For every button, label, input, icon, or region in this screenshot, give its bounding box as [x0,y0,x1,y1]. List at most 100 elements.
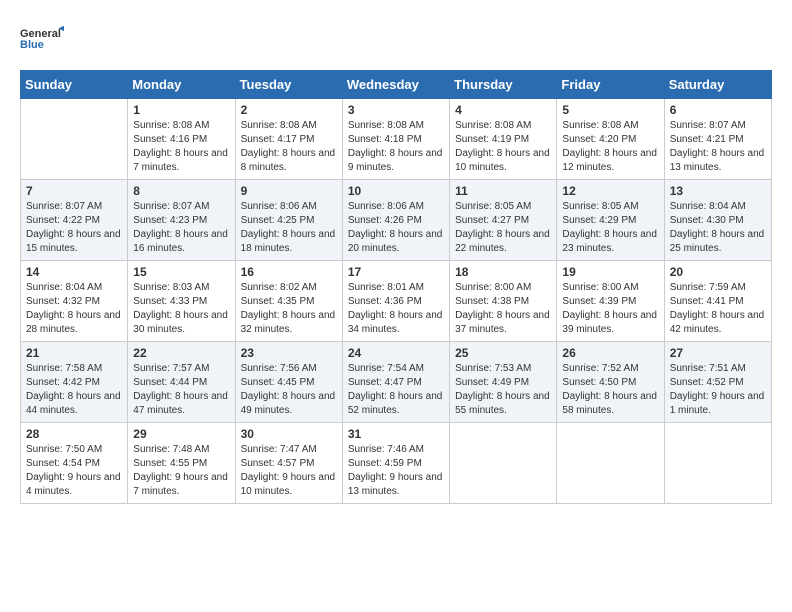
daylight-text: Daylight: 8 hours and 8 minutes. [241,147,337,175]
day-number: 2 [241,103,337,117]
daylight-text: Daylight: 8 hours and 13 minutes. [670,147,766,175]
sunset-text: Sunset: 4:49 PM [455,376,551,390]
day-number: 16 [241,265,337,279]
sunrise-text: Sunrise: 8:00 AM [455,281,551,295]
daylight-text: Daylight: 8 hours and 9 minutes. [348,147,444,175]
daylight-text: Daylight: 8 hours and 15 minutes. [26,228,122,256]
daylight-text: Daylight: 8 hours and 44 minutes. [26,390,122,418]
calendar-cell: 15 Sunrise: 8:03 AM Sunset: 4:33 PM Dayl… [128,261,235,342]
sunrise-text: Sunrise: 8:05 AM [562,200,658,214]
calendar-cell: 28 Sunrise: 7:50 AM Sunset: 4:54 PM Dayl… [21,423,128,504]
calendar-cell: 20 Sunrise: 7:59 AM Sunset: 4:41 PM Dayl… [664,261,771,342]
sunset-text: Sunset: 4:20 PM [562,133,658,147]
sunset-text: Sunset: 4:38 PM [455,295,551,309]
calendar-day-header: Tuesday [235,71,342,99]
daylight-text: Daylight: 8 hours and 10 minutes. [455,147,551,175]
sunset-text: Sunset: 4:39 PM [562,295,658,309]
day-info: Sunrise: 8:02 AM Sunset: 4:35 PM Dayligh… [241,281,337,337]
day-number: 13 [670,184,766,198]
day-info: Sunrise: 7:54 AM Sunset: 4:47 PM Dayligh… [348,362,444,418]
sunset-text: Sunset: 4:50 PM [562,376,658,390]
day-info: Sunrise: 7:47 AM Sunset: 4:57 PM Dayligh… [241,443,337,499]
sunrise-text: Sunrise: 8:06 AM [241,200,337,214]
sunrise-text: Sunrise: 8:04 AM [670,200,766,214]
calendar-cell: 7 Sunrise: 8:07 AM Sunset: 4:22 PM Dayli… [21,180,128,261]
day-info: Sunrise: 8:03 AM Sunset: 4:33 PM Dayligh… [133,281,229,337]
day-info: Sunrise: 8:05 AM Sunset: 4:29 PM Dayligh… [562,200,658,256]
sunrise-text: Sunrise: 7:48 AM [133,443,229,457]
sunset-text: Sunset: 4:59 PM [348,457,444,471]
calendar-cell: 26 Sunrise: 7:52 AM Sunset: 4:50 PM Dayl… [557,342,664,423]
sunset-text: Sunset: 4:32 PM [26,295,122,309]
sunset-text: Sunset: 4:45 PM [241,376,337,390]
daylight-text: Daylight: 8 hours and 12 minutes. [562,147,658,175]
daylight-text: Daylight: 8 hours and 55 minutes. [455,390,551,418]
day-info: Sunrise: 7:59 AM Sunset: 4:41 PM Dayligh… [670,281,766,337]
sunrise-text: Sunrise: 7:58 AM [26,362,122,376]
sunset-text: Sunset: 4:42 PM [26,376,122,390]
sunrise-text: Sunrise: 8:05 AM [455,200,551,214]
day-number: 17 [348,265,444,279]
daylight-text: Daylight: 8 hours and 16 minutes. [133,228,229,256]
sunrise-text: Sunrise: 8:07 AM [26,200,122,214]
calendar-cell: 9 Sunrise: 8:06 AM Sunset: 4:25 PM Dayli… [235,180,342,261]
sunrise-text: Sunrise: 8:00 AM [562,281,658,295]
sunset-text: Sunset: 4:36 PM [348,295,444,309]
day-info: Sunrise: 8:04 AM Sunset: 4:32 PM Dayligh… [26,281,122,337]
calendar-cell: 24 Sunrise: 7:54 AM Sunset: 4:47 PM Dayl… [342,342,449,423]
sunrise-text: Sunrise: 8:07 AM [133,200,229,214]
sunrise-text: Sunrise: 8:06 AM [348,200,444,214]
daylight-text: Daylight: 8 hours and 30 minutes. [133,309,229,337]
calendar-cell: 11 Sunrise: 8:05 AM Sunset: 4:27 PM Dayl… [450,180,557,261]
sunrise-text: Sunrise: 8:08 AM [133,119,229,133]
sunrise-text: Sunrise: 8:08 AM [562,119,658,133]
daylight-text: Daylight: 8 hours and 22 minutes. [455,228,551,256]
sunset-text: Sunset: 4:17 PM [241,133,337,147]
day-number: 24 [348,346,444,360]
daylight-text: Daylight: 8 hours and 47 minutes. [133,390,229,418]
calendar-cell: 19 Sunrise: 8:00 AM Sunset: 4:39 PM Dayl… [557,261,664,342]
sunrise-text: Sunrise: 7:50 AM [26,443,122,457]
sunrise-text: Sunrise: 7:46 AM [348,443,444,457]
daylight-text: Daylight: 8 hours and 34 minutes. [348,309,444,337]
sunset-text: Sunset: 4:22 PM [26,214,122,228]
sunrise-text: Sunrise: 8:04 AM [26,281,122,295]
day-info: Sunrise: 8:08 AM Sunset: 4:17 PM Dayligh… [241,119,337,175]
sunset-text: Sunset: 4:30 PM [670,214,766,228]
daylight-text: Daylight: 8 hours and 20 minutes. [348,228,444,256]
calendar-day-header: Thursday [450,71,557,99]
daylight-text: Daylight: 8 hours and 52 minutes. [348,390,444,418]
day-number: 10 [348,184,444,198]
day-number: 28 [26,427,122,441]
calendar-table: SundayMondayTuesdayWednesdayThursdayFrid… [20,70,772,504]
daylight-text: Daylight: 8 hours and 49 minutes. [241,390,337,418]
daylight-text: Daylight: 9 hours and 7 minutes. [133,471,229,499]
calendar-cell: 16 Sunrise: 8:02 AM Sunset: 4:35 PM Dayl… [235,261,342,342]
calendar-cell: 25 Sunrise: 7:53 AM Sunset: 4:49 PM Dayl… [450,342,557,423]
day-number: 9 [241,184,337,198]
calendar-day-header: Sunday [21,71,128,99]
day-info: Sunrise: 8:07 AM Sunset: 4:22 PM Dayligh… [26,200,122,256]
day-number: 1 [133,103,229,117]
sunset-text: Sunset: 4:55 PM [133,457,229,471]
calendar-cell: 14 Sunrise: 8:04 AM Sunset: 4:32 PM Dayl… [21,261,128,342]
sunset-text: Sunset: 4:19 PM [455,133,551,147]
sunset-text: Sunset: 4:52 PM [670,376,766,390]
day-info: Sunrise: 8:01 AM Sunset: 4:36 PM Dayligh… [348,281,444,337]
sunrise-text: Sunrise: 7:54 AM [348,362,444,376]
sunset-text: Sunset: 4:29 PM [562,214,658,228]
sunset-text: Sunset: 4:23 PM [133,214,229,228]
day-number: 3 [348,103,444,117]
daylight-text: Daylight: 8 hours and 7 minutes. [133,147,229,175]
day-number: 22 [133,346,229,360]
sunrise-text: Sunrise: 7:47 AM [241,443,337,457]
sunrise-text: Sunrise: 7:51 AM [670,362,766,376]
day-info: Sunrise: 7:56 AM Sunset: 4:45 PM Dayligh… [241,362,337,418]
day-number: 27 [670,346,766,360]
logo-svg: General Blue [20,16,64,60]
sunset-text: Sunset: 4:27 PM [455,214,551,228]
calendar-cell: 5 Sunrise: 8:08 AM Sunset: 4:20 PM Dayli… [557,99,664,180]
day-number: 18 [455,265,551,279]
sunrise-text: Sunrise: 8:01 AM [348,281,444,295]
calendar-cell: 23 Sunrise: 7:56 AM Sunset: 4:45 PM Dayl… [235,342,342,423]
